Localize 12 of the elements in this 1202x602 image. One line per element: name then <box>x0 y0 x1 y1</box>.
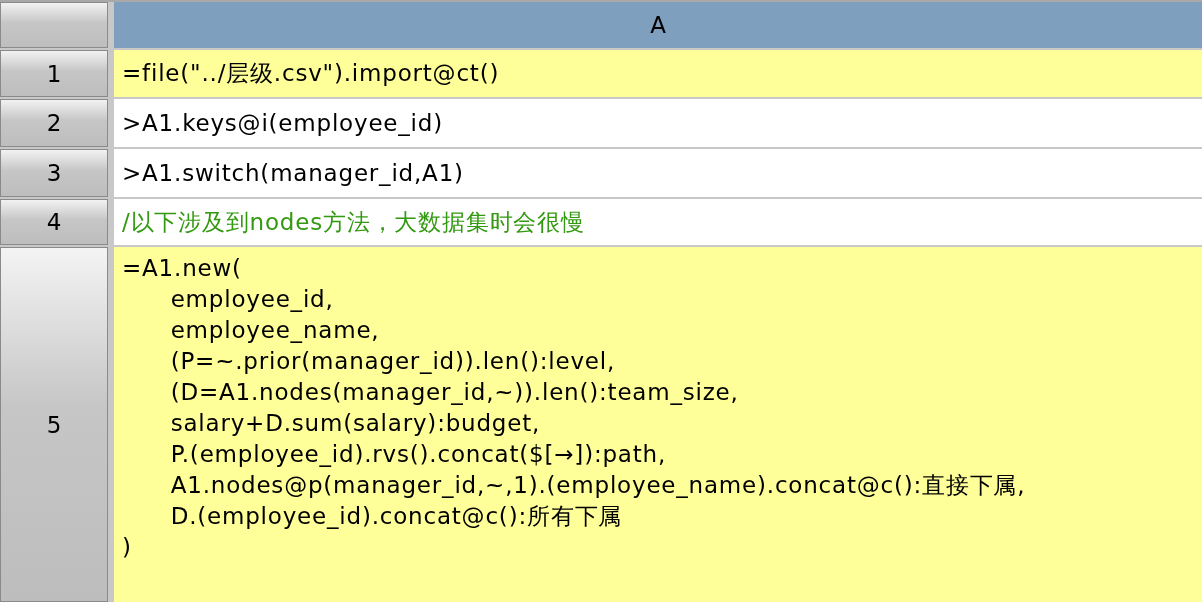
formula-cell[interactable]: =file("../层级.csv").import@ct() <box>122 58 500 89</box>
column-header[interactable]: A <box>114 2 1202 48</box>
command-cell[interactable]: >A1.switch(manager_id,A1) <box>122 157 464 189</box>
command-cell[interactable]: >A1.keys@i(employee_id) <box>122 107 443 139</box>
row-header[interactable]: 5 <box>0 247 108 602</box>
row-header[interactable]: 4 <box>0 199 108 245</box>
row-header[interactable]: 1 <box>0 50 108 97</box>
row-header[interactable]: 3 <box>0 149 108 197</box>
corner-header[interactable] <box>0 2 108 48</box>
row-header[interactable]: 2 <box>0 99 108 147</box>
comment-cell[interactable]: /以下涉及到nodes方法，大数据集时会很慢 <box>122 206 585 238</box>
formula-cell[interactable]: =A1.new( employee_id, employee_name, (P=~.prior(manager_id)).len():level, (D=A1.nodes(manager_id,~)).len():team_size, salary+D.sum(salary):budget, P.(employee_id).rvs().concat($[→]):path, A1.nodes@p(manager_id,~,1).(employee_name).concat@c():直接下属, D.(employee_id).concat@c():所有下属 ) <box>122 253 1026 563</box>
